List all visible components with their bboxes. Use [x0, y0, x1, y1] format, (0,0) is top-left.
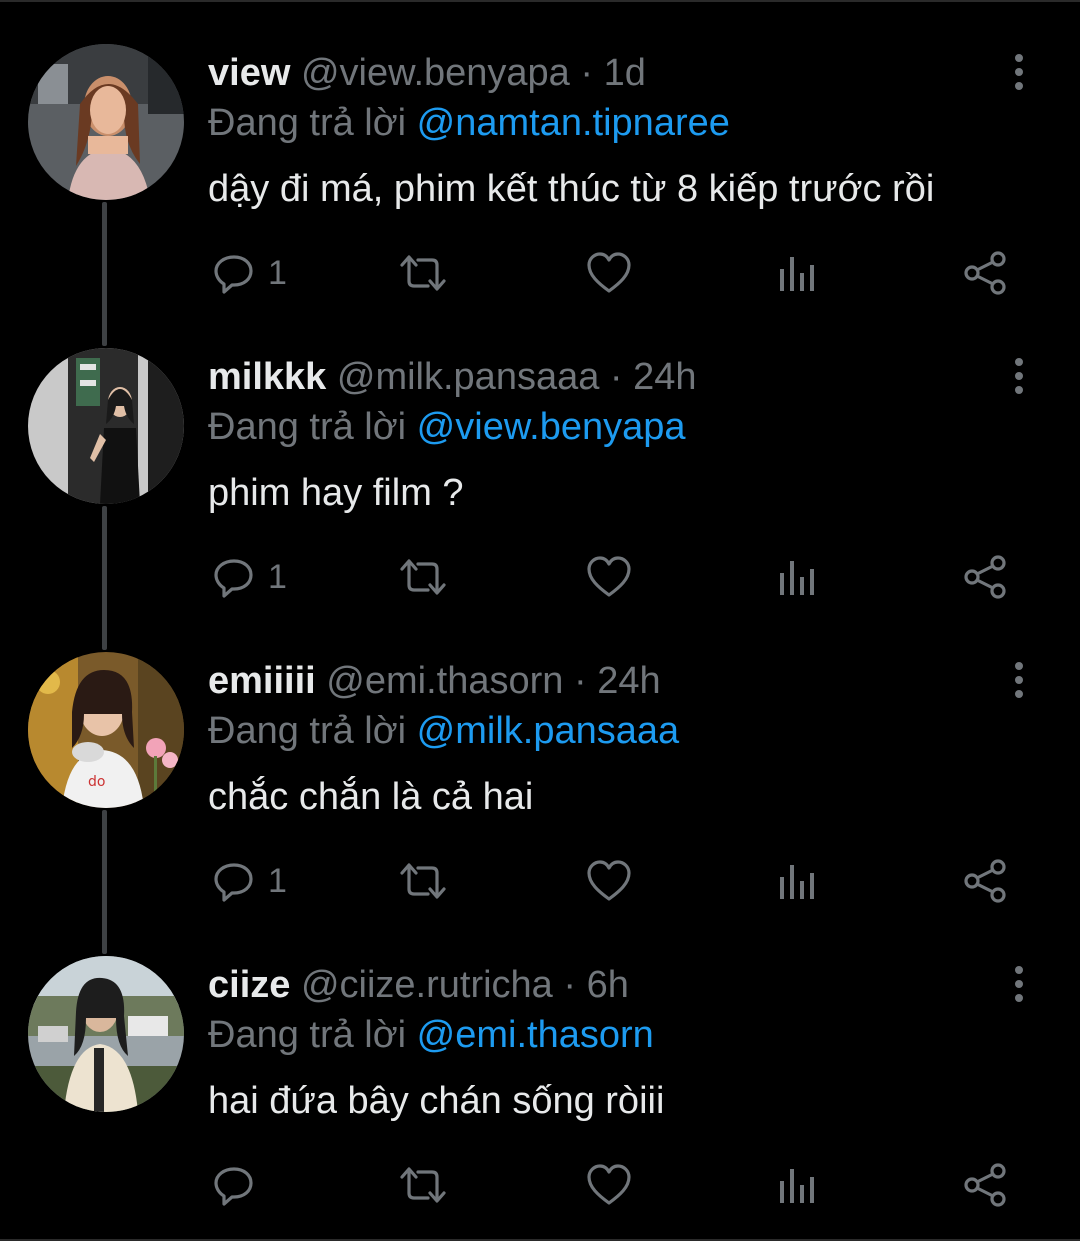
replying-to-label: Đang trả lời — [208, 102, 407, 144]
views-button[interactable] — [778, 856, 818, 906]
replying-to-label: Đang trả lời — [208, 406, 407, 448]
views-button[interactable] — [778, 1160, 818, 1210]
tweet-header: milkkk @milk.pansaaa · 24h — [208, 354, 697, 400]
views-button[interactable] — [778, 248, 818, 298]
tweet-text: chắc chắn là cả hai — [208, 776, 534, 818]
like-button[interactable] — [586, 552, 632, 602]
display-name[interactable]: emiiiii — [208, 660, 316, 702]
reply-button[interactable]: 1 — [212, 248, 287, 298]
user-handle[interactable]: @view.benyapa — [301, 52, 570, 94]
heart-icon — [587, 252, 631, 293]
reply-count: 1 — [268, 557, 287, 596]
more-vertical-icon[interactable] — [1004, 964, 1034, 1004]
user-handle[interactable]: @milk.pansaaa — [337, 356, 599, 398]
share-button[interactable] — [962, 248, 1008, 298]
views-icon — [780, 257, 814, 291]
retweet-button[interactable] — [398, 552, 448, 602]
share-icon — [964, 251, 1006, 295]
views-icon — [780, 561, 814, 595]
tweet-text: dậy đi má, phim kết thúc từ 8 kiếp trước… — [208, 168, 935, 210]
svg-text:do: do — [88, 774, 105, 790]
action-bar: 1 — [0, 552, 1080, 602]
tweet-text: phim hay film ? — [208, 472, 464, 514]
views-icon — [780, 1169, 814, 1203]
reply-button[interactable]: 1 — [212, 552, 287, 602]
separator-dot: · — [563, 964, 577, 1006]
timestamp[interactable]: 6h — [587, 964, 629, 1006]
like-button[interactable] — [586, 856, 632, 906]
replying-to-label: Đang trả lời — [208, 1014, 407, 1056]
more-vertical-icon[interactable] — [1004, 660, 1034, 700]
retweet-button[interactable] — [398, 1160, 448, 1210]
heart-icon — [587, 556, 631, 597]
tweet[interactable]: ciize @ciize.rutricha · 6h Đang trả lời … — [0, 912, 1080, 1216]
reply-button[interactable]: 1 — [212, 856, 287, 906]
timestamp[interactable]: 24h — [633, 356, 696, 398]
reply-count: 1 — [268, 861, 287, 900]
separator-dot: · — [573, 660, 587, 702]
display-name[interactable]: view — [208, 52, 290, 94]
retweet-icon — [400, 255, 446, 291]
tweet-header: emiiiii @emi.thasorn · 24h — [208, 658, 661, 704]
user-handle[interactable]: @ciize.rutricha — [301, 964, 553, 1006]
share-icon — [964, 555, 1006, 599]
mention-link[interactable]: @milk.pansaaa — [417, 710, 679, 752]
reply-icon — [214, 559, 253, 598]
tweet[interactable]: milkkk @milk.pansaaa · 24h Đang trả lời … — [0, 304, 1080, 608]
avatar[interactable] — [28, 956, 184, 1112]
mention-link[interactable]: @view.benyapa — [417, 406, 686, 448]
like-button[interactable] — [586, 248, 632, 298]
retweet-icon — [400, 863, 446, 899]
avatar[interactable] — [28, 348, 184, 504]
reply-button[interactable] — [212, 1160, 268, 1210]
separator-dot: · — [609, 356, 623, 398]
timestamp[interactable]: 24h — [597, 660, 660, 702]
reply-icon — [214, 255, 253, 294]
reply-icon — [214, 1167, 253, 1206]
share-button[interactable] — [962, 1160, 1008, 1210]
replying-to: Đang trả lời @namtan.tipnaree — [208, 100, 730, 146]
action-bar — [0, 1160, 1080, 1210]
avatar[interactable]: do — [28, 652, 184, 808]
action-bar: 1 — [0, 856, 1080, 906]
views-button[interactable] — [778, 552, 818, 602]
tweet-header: view @view.benyapa · 1d — [208, 50, 646, 96]
tweet[interactable]: view @view.benyapa · 1d Đang trả lời @na… — [0, 0, 1080, 304]
mention-link[interactable]: @namtan.tipnaree — [417, 102, 730, 144]
timestamp[interactable]: 1d — [604, 52, 646, 94]
retweet-button[interactable] — [398, 248, 448, 298]
display-name[interactable]: milkkk — [208, 356, 326, 398]
separator-dot: · — [580, 52, 594, 94]
reply-icon — [214, 863, 253, 902]
heart-icon — [587, 1164, 631, 1205]
reply-count: 1 — [268, 253, 287, 292]
tweet[interactable]: do emiiiii @emi.thasorn · 24h Đang trả l… — [0, 608, 1080, 912]
views-icon — [780, 865, 814, 899]
user-handle[interactable]: @emi.thasorn — [326, 660, 563, 702]
mention-link[interactable]: @emi.thasorn — [417, 1014, 654, 1056]
share-icon — [964, 1163, 1006, 1207]
replying-to: Đang trả lời @emi.thasorn — [208, 1012, 654, 1058]
retweet-button[interactable] — [398, 856, 448, 906]
share-button[interactable] — [962, 552, 1008, 602]
replying-to: Đang trả lời @view.benyapa — [208, 404, 686, 450]
replying-to-label: Đang trả lời — [208, 710, 407, 752]
display-name[interactable]: ciize — [208, 964, 290, 1006]
more-vertical-icon[interactable] — [1004, 356, 1034, 396]
tweet-text: hai đứa bây chán sống ròiii — [208, 1080, 665, 1122]
heart-icon — [587, 860, 631, 901]
replying-to: Đang trả lời @milk.pansaaa — [208, 708, 679, 754]
share-icon — [964, 859, 1006, 903]
retweet-icon — [400, 1167, 446, 1203]
like-button[interactable] — [586, 1160, 632, 1210]
retweet-icon — [400, 559, 446, 595]
share-button[interactable] — [962, 856, 1008, 906]
tweet-header: ciize @ciize.rutricha · 6h — [208, 962, 629, 1008]
avatar[interactable] — [28, 44, 184, 200]
action-bar: 1 — [0, 248, 1080, 298]
more-vertical-icon[interactable] — [1004, 52, 1034, 92]
